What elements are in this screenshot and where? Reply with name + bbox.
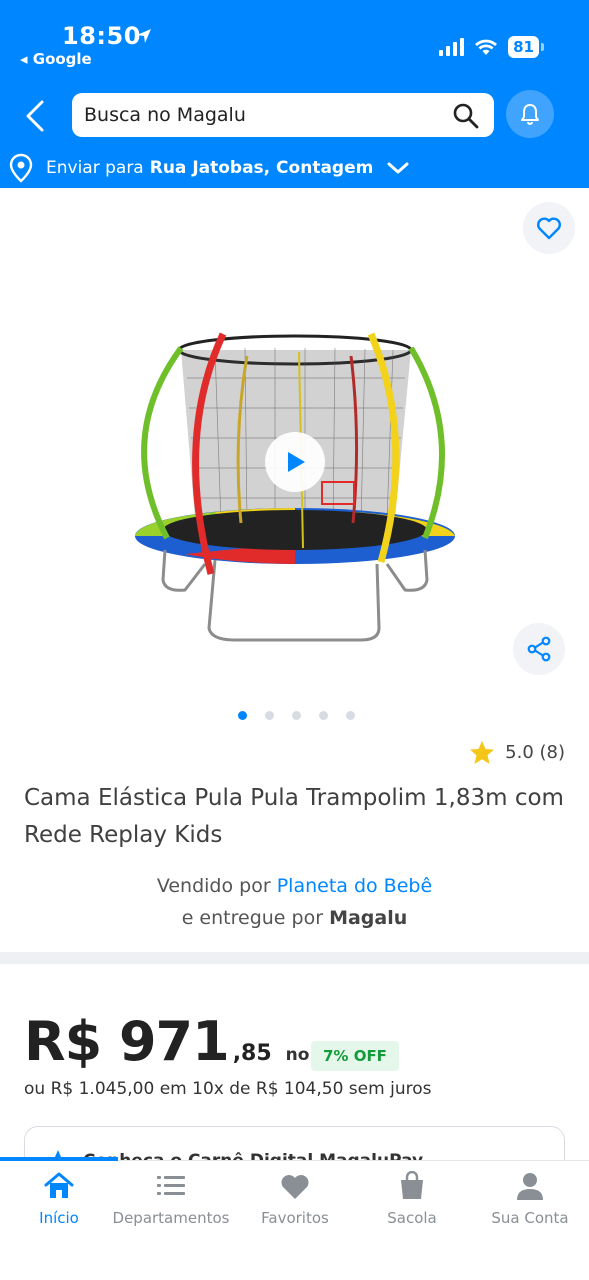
tab-sua-conta[interactable]: Sua Conta bbox=[471, 1171, 589, 1227]
back-to-app-link[interactable]: ◂ Google bbox=[20, 50, 92, 68]
search-placeholder: Busca no Magalu bbox=[84, 104, 246, 126]
tab-departamentos[interactable]: Departamentos bbox=[112, 1171, 230, 1227]
tab-label: Departamentos bbox=[112, 1209, 230, 1227]
bell-icon bbox=[521, 104, 539, 125]
tab-favoritos[interactable]: Favoritos bbox=[236, 1171, 354, 1227]
tab-label: Favoritos bbox=[261, 1209, 329, 1227]
location-arrow-icon bbox=[137, 29, 151, 43]
page-load-indicator bbox=[0, 1157, 118, 1161]
heart-outline-icon bbox=[537, 217, 561, 240]
star-icon bbox=[470, 741, 495, 764]
play-icon bbox=[288, 452, 305, 472]
favorite-button[interactable] bbox=[523, 202, 575, 254]
carousel-dot[interactable] bbox=[238, 711, 247, 720]
discount-badge: 7% OFF bbox=[311, 1041, 399, 1071]
carousel-dot[interactable] bbox=[265, 711, 274, 720]
tab-label: Sacola bbox=[387, 1209, 437, 1227]
tab-sacola[interactable]: Sacola bbox=[353, 1171, 471, 1227]
heart-icon bbox=[281, 1175, 309, 1199]
installments-text: ou R$ 1.045,00 em 10x de R$ 104,50 sem j… bbox=[24, 1079, 432, 1099]
home-icon bbox=[44, 1172, 74, 1198]
section-divider bbox=[0, 952, 589, 964]
product-title: Cama Elástica Pula Pula Trampolim 1,83m … bbox=[24, 785, 564, 848]
deliverer-name: Magalu bbox=[329, 907, 408, 929]
deliver-address: Rua Jatobas, Contagem bbox=[149, 158, 374, 178]
delivered-by-label: e entregue por bbox=[181, 907, 324, 929]
user-icon bbox=[517, 1173, 543, 1200]
rating-value: 5.0 (8) bbox=[505, 742, 565, 763]
carousel-dot[interactable] bbox=[292, 711, 301, 720]
image-carousel-dots[interactable] bbox=[238, 711, 355, 720]
wifi-icon bbox=[475, 39, 498, 55]
seller-info: Vendido por Planeta do Bebê e entregue p… bbox=[0, 870, 589, 934]
signal-icon bbox=[439, 38, 465, 56]
seller-link[interactable]: Planeta do Bebê bbox=[277, 875, 432, 897]
share-icon bbox=[527, 636, 551, 662]
status-time: 18:50 bbox=[62, 22, 141, 50]
notifications-button[interactable] bbox=[506, 90, 554, 138]
tab-inicio[interactable]: Início bbox=[0, 1171, 118, 1227]
delivery-address-selector[interactable]: Enviar para Rua Jatobas, Contagem bbox=[8, 150, 409, 186]
location-pin-icon bbox=[9, 153, 33, 183]
play-video-button[interactable] bbox=[265, 432, 325, 492]
tab-label: Início bbox=[39, 1209, 79, 1227]
price-main: R$ 971 bbox=[24, 1010, 230, 1073]
battery-indicator: 81 bbox=[508, 36, 544, 58]
share-button[interactable] bbox=[513, 623, 565, 675]
product-rating[interactable]: 5.0 (8) bbox=[469, 740, 565, 765]
search-input[interactable]: Busca no Magalu bbox=[72, 93, 494, 137]
price-cents: ,85 bbox=[232, 1041, 272, 1066]
chevron-down-icon bbox=[387, 162, 409, 174]
carousel-dot[interactable] bbox=[319, 711, 328, 720]
bag-icon bbox=[401, 1171, 423, 1199]
status-indicators: 81 bbox=[439, 36, 544, 58]
deliver-prefix: Enviar para bbox=[46, 158, 144, 178]
tab-label: Sua Conta bbox=[491, 1209, 569, 1227]
sold-by-label: Vendido por bbox=[156, 875, 271, 897]
price-row: R$ 971 ,85 no Pix bbox=[24, 1010, 345, 1073]
back-arrow-icon[interactable] bbox=[20, 98, 50, 134]
app-header: 18:50 ◂ Google 81 Busca no Magalu Enviar… bbox=[0, 0, 589, 188]
search-icon[interactable] bbox=[452, 102, 480, 130]
list-icon bbox=[157, 1176, 185, 1195]
bottom-tab-bar: Início Departamentos Favoritos Sacola Su… bbox=[0, 1160, 589, 1280]
carousel-dot[interactable] bbox=[346, 711, 355, 720]
